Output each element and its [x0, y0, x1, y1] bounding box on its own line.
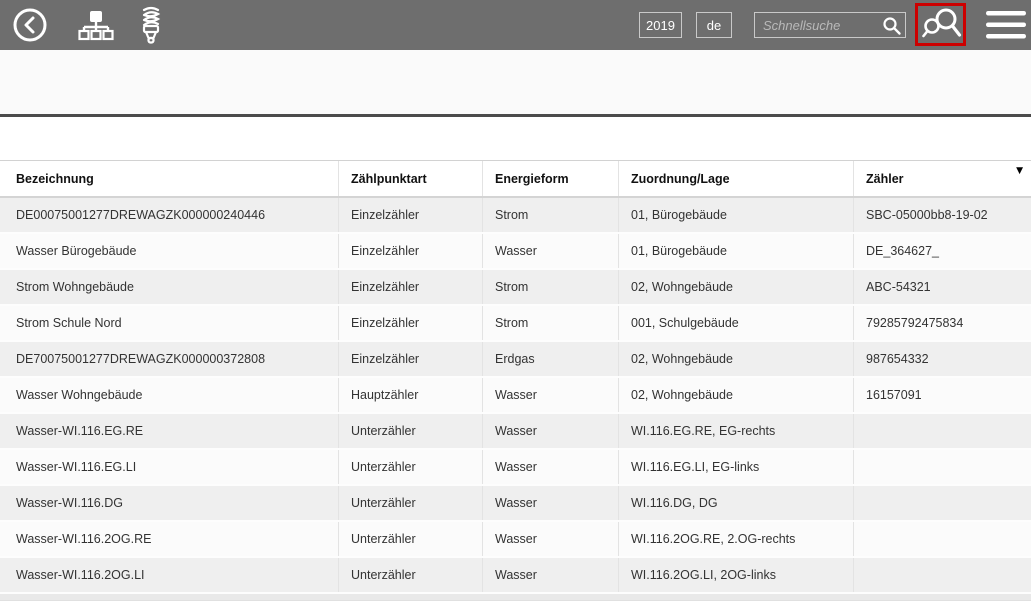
cell-zuordnung-lage: WI.116.2OG.RE, 2.OG-rechts	[618, 522, 853, 556]
table-row[interactable]: Wasser-WI.116.EG.RE Unterzähler Wasser W…	[0, 414, 1031, 450]
table-row[interactable]: DE00075001277DREWAGZK000000240446 Einzel…	[0, 198, 1031, 234]
cell-zaehler	[853, 450, 1031, 484]
sort-indicator-icon[interactable]: ▼	[1016, 166, 1023, 176]
cell-zaehlpunktart: Hauptzähler	[338, 378, 482, 412]
bottom-strip	[0, 594, 1031, 601]
language-selector-button[interactable]: de	[696, 12, 732, 38]
column-header-zaehlpunktart[interactable]: Zählpunktart	[338, 161, 482, 196]
cell-zuordnung-lage: 001, Schulgebäude	[618, 306, 853, 340]
cell-zaehler: DE_364627_	[853, 234, 1031, 268]
cell-zaehlpunktart: Einzelzähler	[338, 342, 482, 376]
top-navigation-bar: 2019 de	[0, 0, 1031, 50]
cell-bezeichnung: DE70075001277DREWAGZK000000372808	[0, 342, 338, 376]
advanced-search-button[interactable]	[915, 3, 966, 46]
column-header-bezeichnung[interactable]: Bezeichnung	[0, 161, 338, 196]
cell-zaehlpunktart: Einzelzähler	[338, 306, 482, 340]
cell-zaehlpunktart: Unterzähler	[338, 450, 482, 484]
cell-energieform: Wasser	[482, 558, 618, 592]
cell-zuordnung-lage: WI.116.EG.LI, EG-links	[618, 450, 853, 484]
cell-zuordnung-lage: WI.116.2OG.LI, 2OG-links	[618, 558, 853, 592]
table-row[interactable]: Wasser Wohngebäude Hauptzähler Wasser 02…	[0, 378, 1031, 414]
results-toolbar: Zählpunkte	[0, 117, 1031, 160]
cell-zaehler: SBC-05000bb8-19-02	[853, 198, 1031, 232]
table-row[interactable]: Wasser-WI.116.2OG.LI Unterzähler Wasser …	[0, 558, 1031, 594]
cell-bezeichnung: Strom Wohngebäude	[0, 270, 338, 304]
table-row[interactable]: Wasser Bürogebäude Einzelzähler Wasser 0…	[0, 234, 1031, 270]
table-row[interactable]: Strom Wohngebäude Einzelzähler Strom 02,…	[0, 270, 1031, 306]
cell-energieform: Wasser	[482, 378, 618, 412]
cell-bezeichnung: DE00075001277DREWAGZK000000240446	[0, 198, 338, 232]
table-row[interactable]: Strom Schule Nord Einzelzähler Strom 001…	[0, 306, 1031, 342]
cell-zaehlpunktart: Unterzähler	[338, 414, 482, 448]
energy-lamp-icon	[138, 5, 164, 45]
cell-energieform: Wasser	[482, 522, 618, 556]
cell-zaehler: 987654332	[853, 342, 1031, 376]
table-row[interactable]: Wasser-WI.116.2OG.RE Unterzähler Wasser …	[0, 522, 1031, 558]
cell-zaehlpunktart: Unterzähler	[338, 558, 482, 592]
cell-zaehler	[853, 558, 1031, 592]
cell-zaehler: 16157091	[853, 378, 1031, 412]
cell-energieform: Strom	[482, 198, 618, 232]
cell-zuordnung-lage: WI.116.DG, DG	[618, 486, 853, 520]
cell-zuordnung-lage: 02, Wohngebäude	[618, 378, 853, 412]
menu-icon	[986, 11, 1026, 39]
cell-bezeichnung: Wasser-WI.116.EG.RE	[0, 414, 338, 448]
table-row[interactable]: Wasser-WI.116.EG.LI Unterzähler Wasser W…	[0, 450, 1031, 486]
cell-bezeichnung: Wasser Wohngebäude	[0, 378, 338, 412]
cell-zaehler	[853, 522, 1031, 556]
cell-zuordnung-lage: 01, Bürogebäude	[618, 234, 853, 268]
cell-zuordnung-lage: 02, Wohngebäude	[618, 270, 853, 304]
cell-zaehlpunktart: Unterzähler	[338, 522, 482, 556]
cell-bezeichnung: Wasser-WI.116.DG	[0, 486, 338, 520]
application-window: 2019 de	[0, 0, 1031, 601]
cell-zaehlpunktart: Unterzähler	[338, 486, 482, 520]
cell-energieform: Wasser	[482, 234, 618, 268]
search-panel: Suche Zählpunkt ⚙	[0, 50, 1031, 114]
back-icon	[12, 7, 48, 43]
cell-zaehlpunktart: Einzelzähler	[338, 234, 482, 268]
cell-zaehler: 79285792475834	[853, 306, 1031, 340]
advanced-search-icon	[920, 7, 962, 42]
cell-zaehler	[853, 414, 1031, 448]
cell-energieform: Wasser	[482, 486, 618, 520]
cell-energieform: Erdgas	[482, 342, 618, 376]
cell-energieform: Wasser	[482, 450, 618, 484]
sitemap-button[interactable]	[78, 10, 114, 41]
cell-zaehler	[853, 486, 1031, 520]
cell-energieform: Strom	[482, 306, 618, 340]
search-icon[interactable]	[882, 16, 902, 36]
table-header-row: Bezeichnung Zählpunktart Energieform Zuo…	[0, 160, 1031, 198]
cell-zaehler: ABC-54321	[853, 270, 1031, 304]
column-header-zuordnung-lage[interactable]: Zuordnung/Lage	[618, 161, 853, 196]
cell-bezeichnung: Wasser-WI.116.EG.LI	[0, 450, 338, 484]
column-header-energieform[interactable]: Energieform	[482, 161, 618, 196]
table-row[interactable]: DE70075001277DREWAGZK000000372808 Einzel…	[0, 342, 1031, 378]
cell-bezeichnung: Wasser Bürogebäude	[0, 234, 338, 268]
year-selector-button[interactable]: 2019	[639, 12, 682, 38]
column-header-zaehler[interactable]: Zähler	[853, 161, 1031, 196]
table-row[interactable]: Wasser-WI.116.DG Unterzähler Wasser WI.1…	[0, 486, 1031, 522]
cell-bezeichnung: Wasser-WI.116.2OG.LI	[0, 558, 338, 592]
cell-energieform: Strom	[482, 270, 618, 304]
cell-zuordnung-lage: WI.116.EG.RE, EG-rechts	[618, 414, 853, 448]
sitemap-icon	[78, 10, 114, 41]
cell-zuordnung-lage: 02, Wohngebäude	[618, 342, 853, 376]
cell-energieform: Wasser	[482, 414, 618, 448]
cell-zaehlpunktart: Einzelzähler	[338, 270, 482, 304]
back-button[interactable]	[12, 7, 48, 43]
results-table: Bezeichnung Zählpunktart Energieform Zuo…	[0, 160, 1031, 594]
energy-button[interactable]	[138, 5, 164, 45]
cell-bezeichnung: Strom Schule Nord	[0, 306, 338, 340]
menu-button[interactable]	[986, 11, 1026, 39]
cell-zaehlpunktart: Einzelzähler	[338, 198, 482, 232]
cell-zuordnung-lage: 01, Bürogebäude	[618, 198, 853, 232]
cell-bezeichnung: Wasser-WI.116.2OG.RE	[0, 522, 338, 556]
table-body: DE00075001277DREWAGZK000000240446 Einzel…	[0, 198, 1031, 594]
